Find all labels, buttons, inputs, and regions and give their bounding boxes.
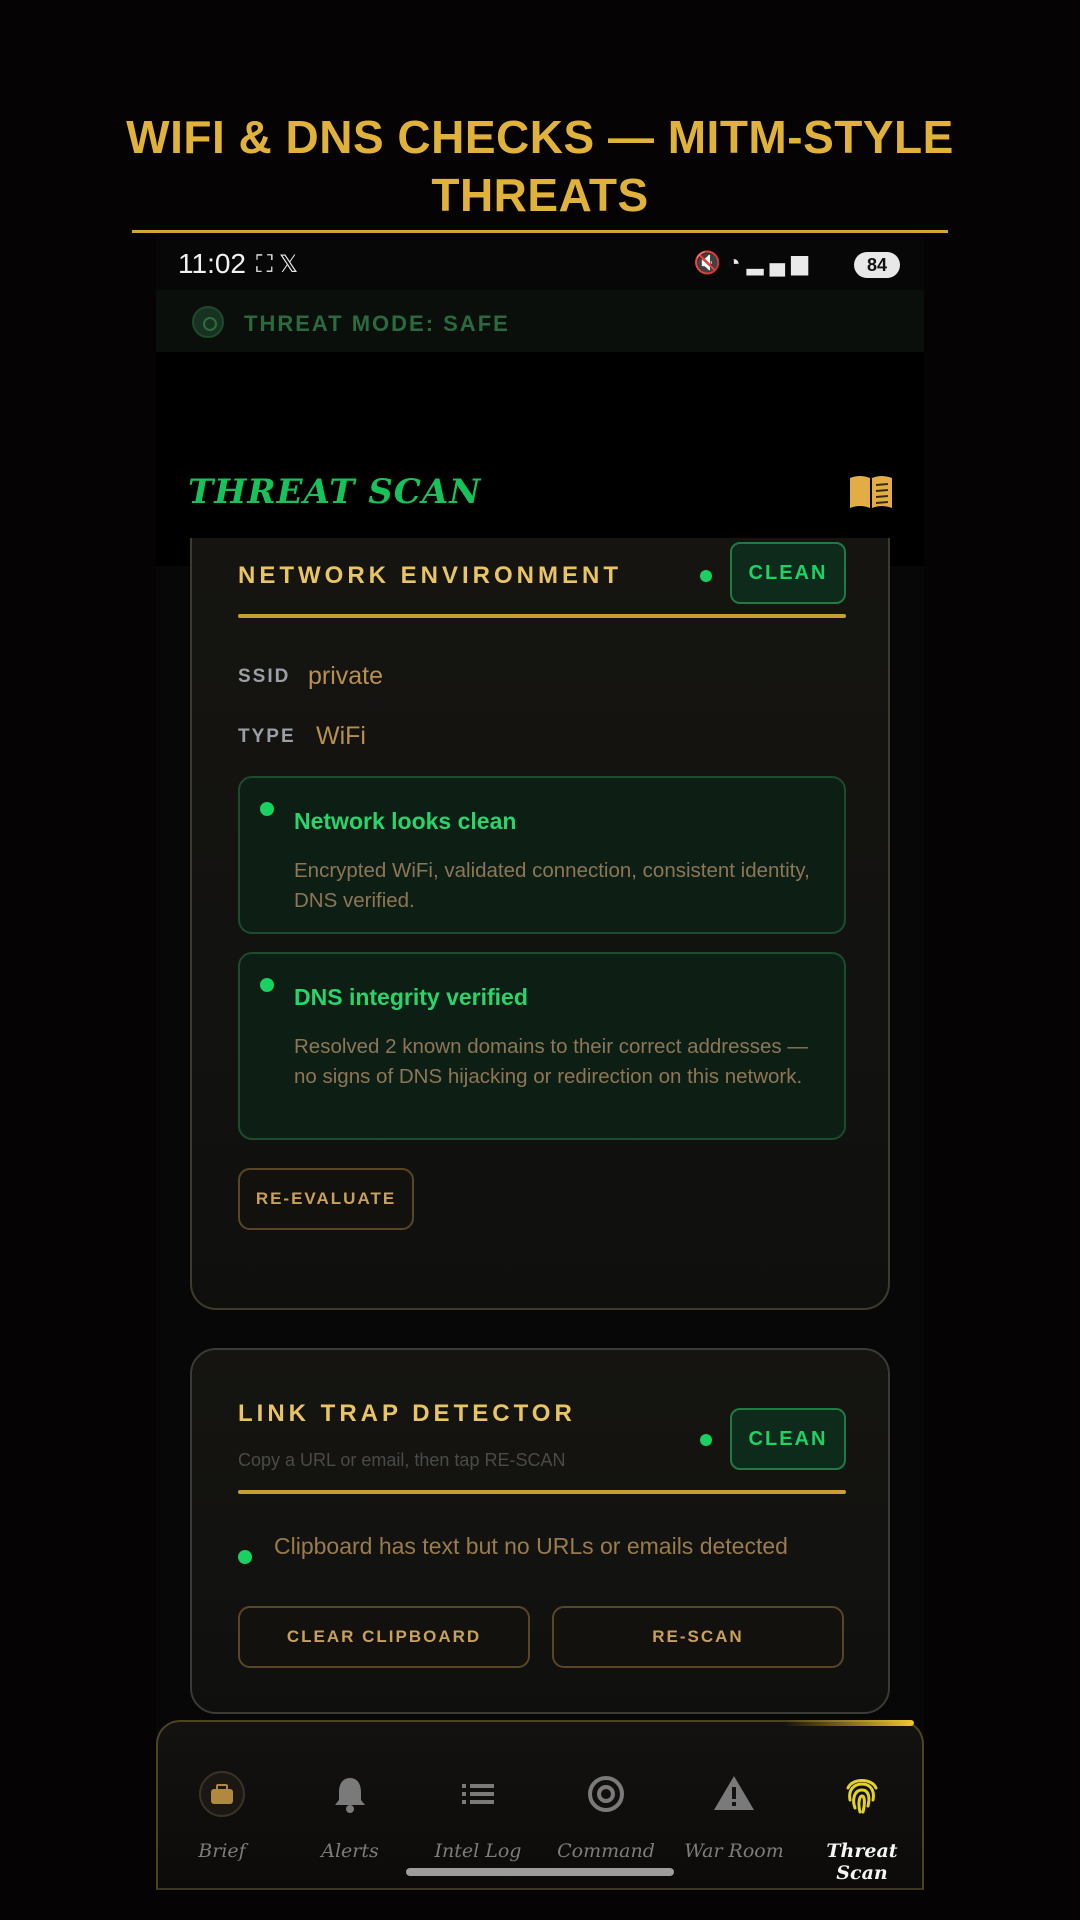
system-icons: 🔇◔▂▄▆ <box>694 250 814 276</box>
tab-command[interactable]: Command <box>542 1756 670 1876</box>
at-sign-icon <box>588 1776 624 1812</box>
network-environment-card: NETWORK ENVIRONMENT CLEAN SSID private T… <box>190 538 890 1310</box>
home-indicator[interactable] <box>406 1868 674 1876</box>
tab-alerts[interactable]: Alerts <box>286 1756 414 1876</box>
clipboard-status: Clipboard has text but no URLs or emails… <box>274 1533 788 1559</box>
active-tab-glow <box>784 1720 914 1726</box>
check-title: DNS integrity verified <box>294 984 528 1010</box>
status-time: 11:02 <box>178 248 246 279</box>
promo-title: WIFI & DNS CHECKS — MITM-STYLE THREATS <box>126 111 954 221</box>
bell-icon <box>335 1778 365 1813</box>
link-trap-detector-card: LINK TRAP DETECTOR Copy a URL or email, … <box>190 1348 890 1714</box>
status-bar: 11:02 ⛶𝕏 🔇◔▂▄▆ 84 <box>156 238 924 290</box>
ssid-value: private <box>308 662 384 690</box>
ssid-label: SSID <box>238 666 291 687</box>
tab-label: War Room <box>684 1840 784 1862</box>
warning-icon <box>714 1776 754 1810</box>
signal-icon: ▂▄▆ <box>746 250 814 275</box>
tab-label: Command <box>557 1840 655 1862</box>
notification-icons: ⛶𝕏 <box>256 250 304 279</box>
card-title: NETWORK ENVIRONMENT <box>238 562 622 589</box>
tab-war-room[interactable]: War Room <box>670 1756 798 1876</box>
card-subtitle: Copy a URL or email, then tap RE-SCAN <box>238 1450 566 1470</box>
type-value: WiFi <box>316 722 366 750</box>
clean-badge: CLEAN <box>730 542 846 604</box>
tab-label: Brief <box>198 1840 246 1862</box>
threat-mode-banner: THREAT MODE: SAFE <box>156 290 924 352</box>
check-dns-integrity: DNS integrity verified Resolved 2 known … <box>238 952 846 1140</box>
tab-threat-scan[interactable]: Threat Scan <box>798 1756 924 1884</box>
battery-indicator: 84 <box>854 252 900 278</box>
card-divider <box>238 1490 846 1494</box>
mute-icon: 🔇 <box>693 250 728 275</box>
phone-screen: 11:02 ⛶𝕏 🔇◔▂▄▆ 84 THREAT MODE: SAFE THRE… <box>156 238 924 1890</box>
status-dot <box>260 802 274 816</box>
app-title: THREAT SCAN <box>188 472 482 512</box>
check-description: Resolved 2 known domains to their correc… <box>294 1035 808 1088</box>
tab-label: Threat Scan <box>826 1840 898 1884</box>
app-header: THREAT SCAN <box>156 352 924 566</box>
screenshot-icon: ⛶ <box>256 251 279 278</box>
check-description: Encrypted WiFi, validated connection, co… <box>294 859 810 912</box>
status-dot <box>700 570 712 582</box>
status-dot <box>700 1434 712 1446</box>
check-network-clean: Network looks clean Encrypted WiFi, vali… <box>238 776 846 934</box>
clean-badge: CLEAN <box>730 1408 846 1470</box>
tab-label: Alerts <box>321 1840 379 1862</box>
status-dot <box>260 978 274 992</box>
card-divider <box>238 614 846 618</box>
briefcase-icon <box>199 1771 245 1817</box>
fingerprint-icon <box>846 1779 878 1814</box>
x-app-icon: 𝕏 <box>278 251 305 278</box>
list-icon <box>462 1784 494 1804</box>
re-evaluate-button[interactable]: RE-EVALUATE <box>238 1168 414 1230</box>
check-title: Network looks clean <box>294 808 517 834</box>
promo-divider <box>132 230 948 233</box>
card-title: LINK TRAP DETECTOR <box>238 1400 576 1427</box>
wifi-icon: ◔ <box>727 250 747 275</box>
tab-label: Intel Log <box>434 1840 522 1862</box>
tab-brief[interactable]: Brief <box>158 1756 286 1876</box>
tab-intel-log[interactable]: Intel Log <box>414 1756 542 1876</box>
clear-clipboard-button[interactable]: CLEAR CLIPBOARD <box>238 1606 530 1668</box>
re-scan-button[interactable]: RE-SCAN <box>552 1606 844 1668</box>
status-dot <box>238 1550 252 1564</box>
threat-mode-label: THREAT MODE: SAFE <box>244 311 510 336</box>
radar-icon <box>192 306 224 338</box>
book-icon[interactable] <box>848 472 894 510</box>
type-label: TYPE <box>238 726 296 747</box>
bottom-tab-bar: Brief Alerts Intel Log Command War Room … <box>156 1720 924 1890</box>
